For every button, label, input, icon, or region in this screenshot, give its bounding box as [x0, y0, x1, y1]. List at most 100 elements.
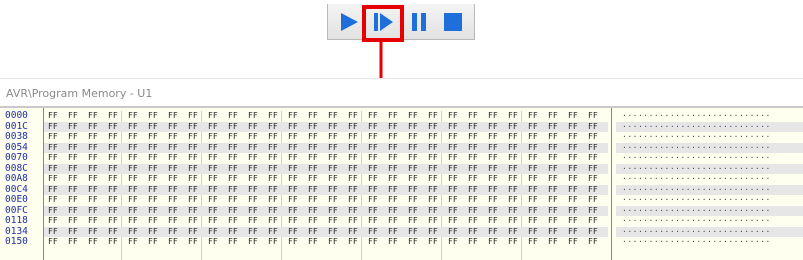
memory-byte[interactable]: FF: [128, 143, 146, 154]
memory-byte[interactable]: FF: [108, 111, 126, 122]
memory-byte[interactable]: FF: [448, 237, 466, 248]
memory-byte[interactable]: FF: [368, 227, 386, 238]
memory-byte[interactable]: FF: [528, 195, 546, 206]
memory-byte[interactable]: FF: [68, 122, 86, 133]
memory-byte[interactable]: FF: [388, 132, 406, 143]
memory-byte[interactable]: FF: [348, 122, 366, 133]
memory-byte[interactable]: FF: [88, 216, 106, 227]
memory-byte[interactable]: FF: [308, 111, 326, 122]
memory-byte[interactable]: FF: [88, 206, 106, 217]
memory-byte[interactable]: FF: [228, 111, 246, 122]
memory-byte[interactable]: FF: [148, 111, 166, 122]
memory-byte[interactable]: FF: [588, 227, 606, 238]
memory-byte[interactable]: FF: [428, 227, 446, 238]
memory-byte[interactable]: FF: [148, 153, 166, 164]
memory-byte[interactable]: FF: [68, 216, 86, 227]
memory-byte[interactable]: FF: [468, 195, 486, 206]
memory-byte[interactable]: FF: [408, 227, 426, 238]
memory-byte[interactable]: FF: [268, 132, 286, 143]
memory-byte[interactable]: FF: [248, 227, 266, 238]
memory-byte[interactable]: FF: [188, 111, 206, 122]
memory-byte[interactable]: FF: [68, 174, 86, 185]
memory-byte[interactable]: FF: [108, 164, 126, 175]
memory-byte[interactable]: FF: [408, 206, 426, 217]
memory-byte[interactable]: FF: [268, 216, 286, 227]
memory-byte[interactable]: FF: [228, 174, 246, 185]
memory-byte[interactable]: FF: [208, 206, 226, 217]
memory-byte[interactable]: FF: [448, 206, 466, 217]
memory-byte[interactable]: FF: [548, 185, 566, 196]
memory-byte[interactable]: FF: [128, 153, 146, 164]
memory-byte[interactable]: FF: [348, 143, 366, 154]
memory-byte[interactable]: FF: [68, 185, 86, 196]
memory-byte[interactable]: FF: [568, 153, 586, 164]
memory-byte[interactable]: FF: [208, 185, 226, 196]
memory-byte[interactable]: FF: [468, 237, 486, 248]
memory-byte[interactable]: FF: [108, 237, 126, 248]
memory-byte[interactable]: FF: [408, 164, 426, 175]
memory-byte[interactable]: FF: [208, 237, 226, 248]
memory-byte[interactable]: FF: [288, 122, 306, 133]
memory-byte[interactable]: FF: [368, 216, 386, 227]
memory-byte[interactable]: FF: [468, 132, 486, 143]
memory-byte[interactable]: FF: [148, 206, 166, 217]
memory-byte[interactable]: FF: [288, 143, 306, 154]
memory-byte[interactable]: FF: [568, 206, 586, 217]
memory-byte[interactable]: FF: [508, 237, 526, 248]
memory-byte[interactable]: FF: [228, 153, 246, 164]
memory-byte[interactable]: FF: [108, 216, 126, 227]
memory-byte[interactable]: FF: [328, 185, 346, 196]
memory-byte[interactable]: FF: [208, 227, 226, 238]
memory-byte[interactable]: FF: [108, 195, 126, 206]
memory-byte[interactable]: FF: [168, 174, 186, 185]
memory-byte[interactable]: FF: [188, 174, 206, 185]
memory-byte[interactable]: FF: [508, 111, 526, 122]
memory-byte[interactable]: FF: [388, 164, 406, 175]
memory-byte[interactable]: FF: [208, 143, 226, 154]
memory-byte[interactable]: FF: [168, 206, 186, 217]
program-memory-view[interactable]: 0000 001C 0038 0054 0070 008C 00A8 00C4 00E0 00FC…: [0, 106, 803, 260]
memory-byte[interactable]: FF: [508, 195, 526, 206]
memory-byte[interactable]: FF: [408, 216, 426, 227]
memory-byte[interactable]: FF: [208, 164, 226, 175]
memory-byte[interactable]: FF: [328, 153, 346, 164]
memory-byte[interactable]: FF: [528, 237, 546, 248]
memory-byte[interactable]: FF: [108, 185, 126, 196]
memory-byte[interactable]: FF: [348, 227, 366, 238]
memory-byte[interactable]: FF: [588, 164, 606, 175]
memory-byte[interactable]: FF: [348, 174, 366, 185]
memory-byte[interactable]: FF: [568, 237, 586, 248]
memory-byte[interactable]: FF: [528, 216, 546, 227]
memory-byte[interactable]: FF: [388, 143, 406, 154]
memory-byte[interactable]: FF: [308, 206, 326, 217]
memory-byte[interactable]: FF: [188, 195, 206, 206]
memory-byte[interactable]: FF: [548, 206, 566, 217]
memory-byte[interactable]: FF: [148, 143, 166, 154]
memory-byte[interactable]: FF: [508, 206, 526, 217]
memory-byte[interactable]: FF: [528, 111, 546, 122]
memory-byte[interactable]: FF: [48, 153, 66, 164]
memory-byte[interactable]: FF: [488, 216, 506, 227]
memory-byte[interactable]: FF: [488, 174, 506, 185]
memory-byte[interactable]: FF: [328, 122, 346, 133]
memory-byte[interactable]: FF: [388, 185, 406, 196]
memory-byte[interactable]: FF: [188, 132, 206, 143]
memory-byte[interactable]: FF: [468, 174, 486, 185]
memory-byte[interactable]: FF: [148, 195, 166, 206]
memory-byte[interactable]: FF: [48, 132, 66, 143]
memory-byte[interactable]: FF: [388, 195, 406, 206]
memory-byte[interactable]: FF: [348, 164, 366, 175]
memory-byte[interactable]: FF: [488, 195, 506, 206]
memory-byte[interactable]: FF: [408, 143, 426, 154]
memory-byte[interactable]: FF: [88, 174, 106, 185]
memory-byte[interactable]: FF: [188, 164, 206, 175]
memory-byte[interactable]: FF: [288, 153, 306, 164]
memory-byte[interactable]: FF: [128, 237, 146, 248]
memory-byte[interactable]: FF: [348, 216, 366, 227]
memory-byte[interactable]: FF: [448, 132, 466, 143]
memory-byte[interactable]: FF: [108, 122, 126, 133]
memory-byte[interactable]: FF: [528, 153, 546, 164]
memory-byte[interactable]: FF: [208, 174, 226, 185]
memory-byte[interactable]: FF: [368, 174, 386, 185]
memory-byte[interactable]: FF: [128, 185, 146, 196]
